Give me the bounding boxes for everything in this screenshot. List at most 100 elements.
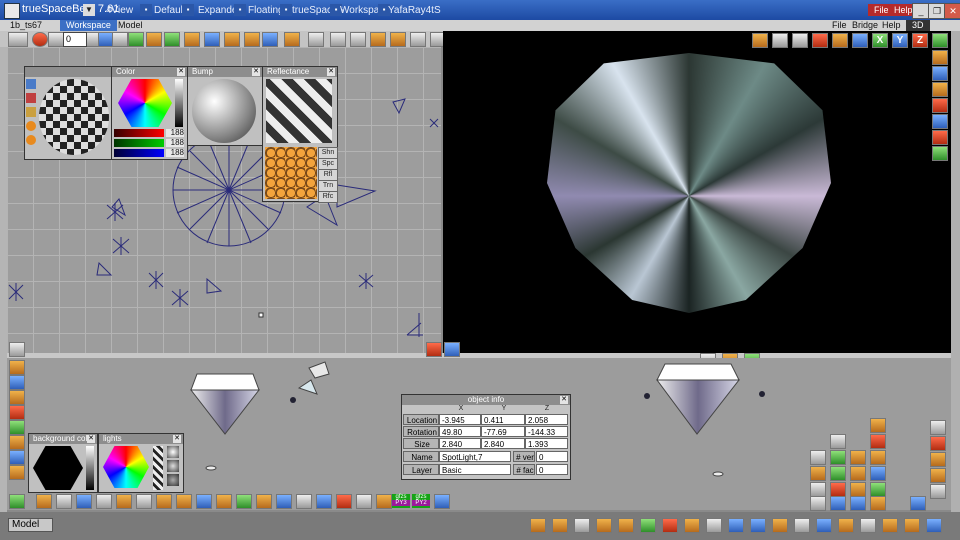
shader-icon[interactable] <box>26 121 36 131</box>
tool-icon[interactable] <box>830 466 846 481</box>
primitive-icon[interactable] <box>356 494 372 509</box>
rewind-icon[interactable] <box>48 32 64 47</box>
tab-model[interactable]: Model <box>112 20 149 31</box>
primitive-icon[interactable] <box>376 494 392 509</box>
close-icon[interactable]: ✕ <box>177 68 185 76</box>
gizmo-icon[interactable] <box>932 33 948 48</box>
tool-icon[interactable] <box>870 418 886 433</box>
side-tool-icon[interactable] <box>9 405 25 420</box>
tool-icon[interactable] <box>870 466 886 481</box>
shader-icon[interactable] <box>26 79 36 89</box>
close-button[interactable]: ✕ <box>944 3 960 19</box>
name-field[interactable]: SpotLight,7 <box>439 451 511 462</box>
status-tool-icon[interactable] <box>860 518 876 533</box>
viewport-toggle-icon[interactable] <box>426 342 442 357</box>
rotation-z-field[interactable]: -144.33 <box>525 426 568 437</box>
material-preview-sphere[interactable] <box>39 79 109 155</box>
light-color-hexagon[interactable] <box>103 446 149 488</box>
green-slider[interactable] <box>114 139 164 147</box>
size-y-field[interactable]: 2.840 <box>481 438 525 449</box>
size-x-field[interactable]: 2.840 <box>439 438 481 449</box>
material-icon[interactable] <box>204 32 220 47</box>
status-tool-icon[interactable] <box>728 518 744 533</box>
primitive-icon[interactable] <box>176 494 192 509</box>
tool-icon[interactable] <box>910 496 926 511</box>
link-icon[interactable] <box>146 32 162 47</box>
tab-scene[interactable]: 1b_ts67 <box>4 20 48 31</box>
status-tool-icon[interactable] <box>750 518 766 533</box>
shader-icon[interactable] <box>26 107 36 117</box>
status-tool-icon[interactable] <box>772 518 788 533</box>
axis-y-button[interactable]: Y <box>892 33 908 48</box>
tool-icon[interactable] <box>870 496 886 511</box>
side-tool-icon[interactable] <box>9 435 25 450</box>
background-hexagon[interactable] <box>33 446 83 490</box>
primitive-icon[interactable] <box>336 494 352 509</box>
view-camera-icon[interactable] <box>852 33 868 48</box>
side-tool-icon[interactable] <box>9 420 25 435</box>
status-tool-icon[interactable] <box>618 518 634 533</box>
tool-icon[interactable] <box>870 482 886 497</box>
blue-value[interactable]: 188 <box>166 149 184 157</box>
green-value[interactable]: 188 <box>166 139 184 147</box>
brightness-slider[interactable] <box>175 79 183 127</box>
primitive-icon[interactable] <box>36 494 52 509</box>
wrench-icon[interactable] <box>410 32 426 47</box>
primitive-icon[interactable] <box>256 494 272 509</box>
side-tool-icon[interactable] <box>9 360 25 375</box>
help-icon[interactable] <box>930 436 946 451</box>
tool-icon[interactable] <box>370 32 386 47</box>
side-tool-icon[interactable] <box>932 98 948 113</box>
axis-x-button[interactable]: X <box>872 33 888 48</box>
primitive-icon[interactable] <box>76 494 92 509</box>
side-tool-icon[interactable] <box>9 450 25 465</box>
side-tool-icon[interactable] <box>932 130 948 145</box>
rotate-icon[interactable] <box>330 32 346 47</box>
side-tool-icon[interactable] <box>9 342 25 357</box>
paint-icon[interactable] <box>184 32 200 47</box>
tool-icon[interactable] <box>810 496 826 511</box>
tool-icon[interactable] <box>830 482 846 497</box>
python-script-button[interactable]: gfzs PY2 <box>412 494 430 508</box>
side-tool-icon[interactable] <box>9 494 25 509</box>
light-type-icon[interactable] <box>167 474 179 486</box>
move-icon[interactable] <box>308 32 324 47</box>
tool-icon[interactable] <box>850 482 866 497</box>
sphere-icon[interactable] <box>244 32 260 47</box>
tool-icon[interactable] <box>830 434 846 449</box>
primitive-icon[interactable] <box>316 494 332 509</box>
rotation-x-field[interactable]: 49.80 <box>439 426 481 437</box>
reflectance-preview[interactable] <box>266 79 332 143</box>
close-icon[interactable]: ✕ <box>560 396 568 404</box>
close-icon[interactable]: ✕ <box>173 435 181 443</box>
rfc-button[interactable]: Rfc <box>318 191 338 203</box>
record-icon[interactable] <box>32 32 48 47</box>
object-icon[interactable] <box>224 32 240 47</box>
animation-editor-icon[interactable] <box>128 32 144 47</box>
close-icon[interactable]: ✕ <box>252 68 260 76</box>
primitive-icon[interactable] <box>116 494 132 509</box>
side-tool-icon[interactable] <box>9 375 25 390</box>
primitive-icon[interactable] <box>276 494 292 509</box>
primitive-icon[interactable] <box>56 494 72 509</box>
layout-dropdown-icon[interactable]: ▼ <box>83 4 95 16</box>
tool-icon[interactable] <box>930 452 946 467</box>
red-value[interactable]: 188 <box>166 129 184 137</box>
status-tool-icon[interactable] <box>596 518 612 533</box>
python-script-button[interactable]: gfzs PY3 <box>392 494 410 508</box>
viewport-toggle-icon[interactable] <box>444 342 460 357</box>
primitive-icon[interactable] <box>236 494 252 509</box>
tool-icon[interactable] <box>850 466 866 481</box>
status-tool-icon[interactable] <box>530 518 546 533</box>
tool-icon[interactable] <box>830 496 846 511</box>
view-light-icon[interactable] <box>832 33 848 48</box>
rotation-y-field[interactable]: -77.69 <box>481 426 525 437</box>
status-tool-icon[interactable] <box>882 518 898 533</box>
view-render-icon[interactable] <box>812 33 828 48</box>
side-tool-icon[interactable] <box>932 114 948 129</box>
tool-icon[interactable] <box>830 450 846 465</box>
close-icon[interactable]: ✕ <box>327 68 335 76</box>
script-icon[interactable] <box>434 494 450 509</box>
status-tool-icon[interactable] <box>662 518 678 533</box>
size-z-field[interactable]: 1.393 <box>525 438 568 449</box>
